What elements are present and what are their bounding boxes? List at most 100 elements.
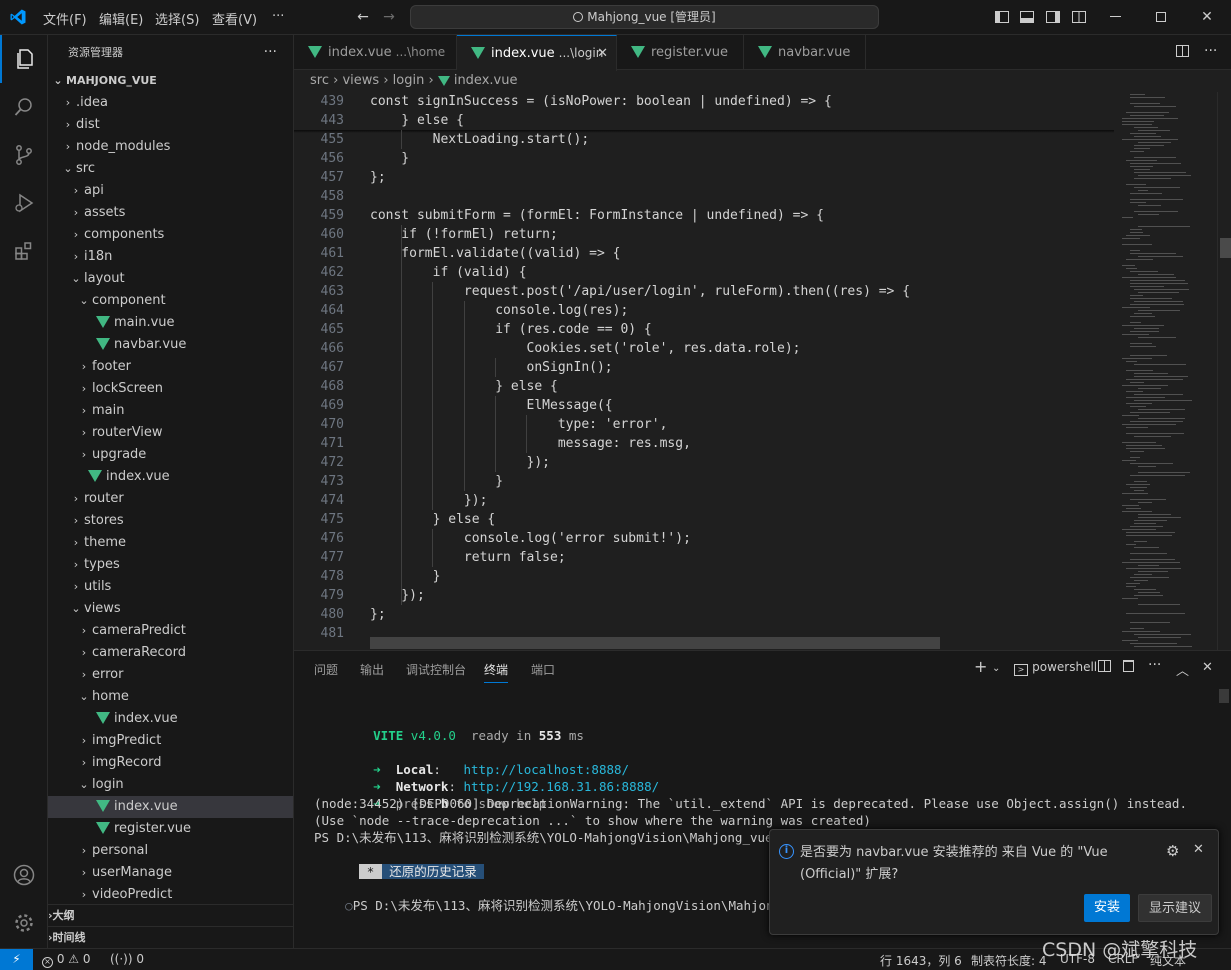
- close-tab-icon[interactable]: ✕: [597, 36, 608, 71]
- breadcrumb-file[interactable]: index.vue: [454, 73, 518, 88]
- tree-file-item[interactable]: register.vue: [48, 818, 293, 840]
- manage-activity[interactable]: [0, 899, 48, 947]
- ports-indicator[interactable]: ((·)) 0: [110, 952, 144, 966]
- panel-tab-problems[interactable]: 问题: [314, 661, 338, 678]
- back-arrow-icon[interactable]: ←: [354, 8, 372, 26]
- split-terminal-icon[interactable]: [1098, 660, 1111, 676]
- tree-folder-item[interactable]: › api: [48, 180, 293, 202]
- chevron-down-icon[interactable]: ⌄: [992, 663, 1000, 674]
- terminal-scrollbar[interactable]: [1219, 689, 1229, 703]
- tab-index-login[interactable]: index.vue ...\login ✕: [457, 35, 617, 71]
- toggle-panel-icon[interactable]: [1018, 8, 1036, 26]
- tree-folder-item[interactable]: › upgrade: [48, 444, 293, 466]
- toggle-secondary-sidebar-icon[interactable]: [1044, 8, 1062, 26]
- horizontal-scrollbar[interactable]: [370, 637, 940, 649]
- more-actions-icon[interactable]: ···: [264, 35, 277, 70]
- tree-file-item[interactable]: index.vue: [48, 708, 293, 730]
- tree-folder-item[interactable]: › videoPredict: [48, 884, 293, 906]
- tree-folder-item[interactable]: › theme: [48, 532, 293, 554]
- menu-edit[interactable]: 编辑(E): [99, 9, 143, 28]
- panel-tab-ports[interactable]: 端口: [531, 661, 555, 678]
- tab-navbar[interactable]: navbar.vue: [744, 35, 866, 70]
- more-actions-icon[interactable]: ···: [1204, 43, 1217, 59]
- customize-layout-icon[interactable]: [1070, 8, 1088, 26]
- tree-folder-item[interactable]: › footer: [48, 356, 293, 378]
- run-debug-activity[interactable]: [0, 179, 48, 227]
- command-center-search[interactable]: Mahjong_vue [管理员]: [410, 5, 879, 29]
- tree-folder-item[interactable]: › dist: [48, 114, 293, 136]
- panel-tab-output[interactable]: 输出: [360, 661, 384, 678]
- gear-icon[interactable]: ⚙: [1166, 842, 1179, 860]
- tree-folder-item[interactable]: ⌄ component: [48, 290, 293, 312]
- explorer-activity[interactable]: [0, 35, 48, 83]
- tab-size[interactable]: 制表符长度: 4: [971, 952, 1047, 969]
- toggle-sidebar-icon[interactable]: [993, 8, 1011, 26]
- new-terminal-icon[interactable]: +: [974, 657, 987, 676]
- tree-folder-item[interactable]: › lockScreen: [48, 378, 293, 400]
- close-window-icon[interactable]: ✕: [1198, 8, 1216, 26]
- tree-folder-item[interactable]: › main: [48, 400, 293, 422]
- source-control-activity[interactable]: [0, 131, 48, 179]
- minimize-icon[interactable]: [1106, 8, 1124, 26]
- problems-indicator[interactable]: × 0 ⚠ 0: [42, 952, 91, 968]
- tree-file-item[interactable]: main.vue: [48, 312, 293, 334]
- trash-icon[interactable]: [1123, 660, 1134, 675]
- vertical-scrollbar[interactable]: [1217, 92, 1231, 650]
- outline-section[interactable]: ›大纲: [48, 904, 293, 926]
- tree-folder-item[interactable]: › .idea: [48, 92, 293, 114]
- menu-more[interactable]: ···: [272, 9, 284, 24]
- maximize-panel-icon[interactable]: ︿: [1176, 660, 1189, 679]
- more-actions-icon[interactable]: ···: [1148, 657, 1161, 673]
- terminal-instance[interactable]: > powershell: [1014, 660, 1097, 676]
- show-recommendations-button[interactable]: 显示建议: [1138, 894, 1213, 922]
- tree-folder-item[interactable]: › cameraRecord: [48, 642, 293, 664]
- tree-folder-item[interactable]: › assets: [48, 202, 293, 224]
- remote-indicator[interactable]: ⚡: [0, 949, 33, 970]
- tree-folder-item[interactable]: › userManage: [48, 862, 293, 884]
- tree-folder-item[interactable]: ⌄ src: [48, 158, 293, 180]
- tree-folder-item[interactable]: › stores: [48, 510, 293, 532]
- tree-folder-item[interactable]: › node_modules: [48, 136, 293, 158]
- tree-folder-item[interactable]: › utils: [48, 576, 293, 598]
- split-editor-icon[interactable]: [1176, 45, 1189, 61]
- tree-folder-item[interactable]: ⌄ home: [48, 686, 293, 708]
- menu-file[interactable]: 文件(F): [43, 9, 87, 28]
- tab-index-home[interactable]: index.vue ...\home: [294, 35, 457, 70]
- menu-selection[interactable]: 选择(S): [155, 9, 199, 28]
- tree-folder-item[interactable]: › error: [48, 664, 293, 686]
- tree-folder-item[interactable]: ⌄ layout: [48, 268, 293, 290]
- cursor-position[interactable]: 行 1643，列 6: [880, 952, 962, 969]
- accounts-activity[interactable]: [0, 851, 48, 899]
- tree-folder-item[interactable]: › routerView: [48, 422, 293, 444]
- breadcrumb-login[interactable]: login: [393, 73, 425, 88]
- tree-file-item[interactable]: index.vue: [48, 466, 293, 488]
- breadcrumb-views[interactable]: views: [342, 73, 379, 88]
- timeline-section[interactable]: ›时间线: [48, 926, 293, 948]
- tree-folder-item[interactable]: › cameraPredict: [48, 620, 293, 642]
- forward-arrow-icon[interactable]: →: [380, 8, 398, 26]
- search-activity[interactable]: [0, 83, 48, 131]
- close-notification-icon[interactable]: ✕: [1193, 842, 1204, 857]
- tree-folder-item[interactable]: › imgPredict: [48, 730, 293, 752]
- workspace-root[interactable]: ⌄ MAHJONG_VUE: [48, 70, 293, 92]
- tree-folder-item[interactable]: › types: [48, 554, 293, 576]
- code-editor[interactable]: 439 const signInSuccess = (isNoPower: boo…: [294, 92, 1114, 650]
- tree-file-item[interactable]: navbar.vue: [48, 334, 293, 356]
- tree-folder-item[interactable]: › router: [48, 488, 293, 510]
- install-button[interactable]: 安装: [1084, 894, 1131, 922]
- close-panel-icon[interactable]: ✕: [1202, 660, 1213, 675]
- scrollbar-thumb[interactable]: [1220, 238, 1231, 258]
- tab-register[interactable]: register.vue: [617, 35, 744, 70]
- maximize-icon[interactable]: [1152, 8, 1170, 26]
- extensions-activity[interactable]: [0, 227, 48, 275]
- panel-tab-terminal[interactable]: 终端: [484, 661, 509, 683]
- tree-file-item[interactable]: index.vue: [48, 796, 293, 818]
- tree-folder-item[interactable]: › i18n: [48, 246, 293, 268]
- tree-folder-item[interactable]: ⌄ views: [48, 598, 293, 620]
- tree-folder-item[interactable]: › components: [48, 224, 293, 246]
- panel-tab-debug-console[interactable]: 调试控制台: [406, 661, 466, 678]
- menu-view[interactable]: 查看(V): [212, 9, 257, 28]
- minimap[interactable]: [1114, 92, 1219, 650]
- tree-folder-item[interactable]: › personal: [48, 840, 293, 862]
- breadcrumb-src[interactable]: src: [310, 73, 329, 88]
